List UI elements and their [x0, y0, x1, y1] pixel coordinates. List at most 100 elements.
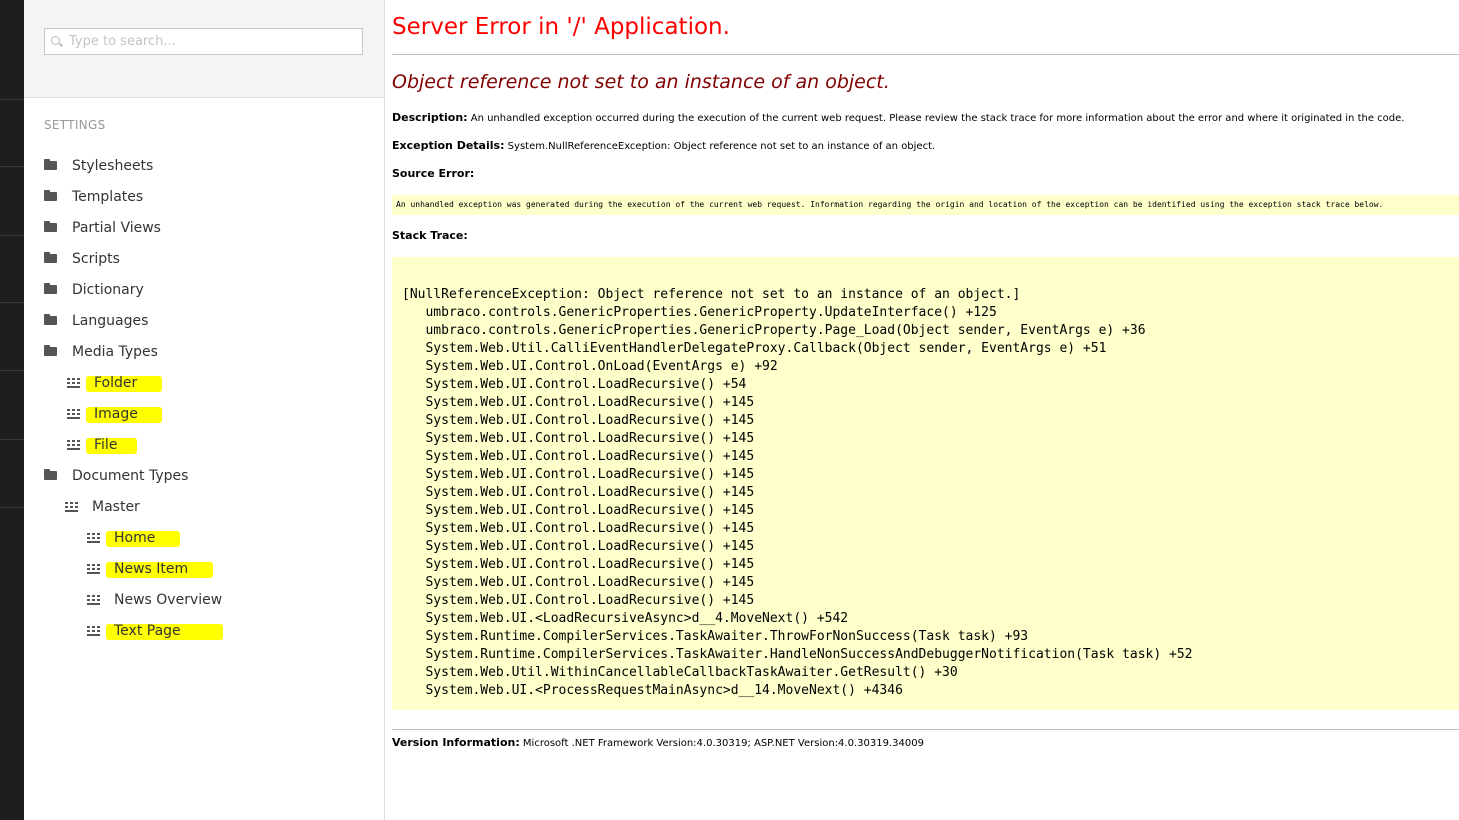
stack-trace-line: [NullReferenceException: Object referenc… [402, 287, 1021, 302]
tree-item-label: Master [92, 499, 140, 515]
folder-icon [44, 190, 57, 201]
grid-icon [67, 440, 80, 450]
folder-icon [44, 252, 57, 263]
stack-trace-line: System.Web.Util.CalliEventHandlerDelegat… [402, 341, 1107, 356]
tree-item-partial-views[interactable]: Partial Views [44, 217, 161, 239]
tree-item-label: Document Types [72, 468, 189, 484]
tree-item-label: Templates [72, 189, 144, 205]
stack-trace-line: System.Web.UI.Control.LoadRecursive() +1… [402, 539, 755, 554]
tree-item-document-types[interactable]: Document Types [44, 465, 188, 487]
stack-trace-line: System.Web.UI.<LoadRecursiveAsync>d__4.M… [402, 611, 849, 626]
section-heading: SETTINGS [44, 118, 106, 132]
tree-item-stylesheets[interactable]: Stylesheets [44, 155, 153, 177]
source-error-text: An unhandled exception was generated dur… [396, 200, 1384, 209]
search-area [24, 0, 384, 98]
version-text: Microsoft .NET Framework Version:4.0.303… [522, 738, 924, 749]
rail-divider [0, 99, 24, 100]
tree-item-image[interactable]: Image [67, 403, 162, 425]
tree-item-home[interactable]: Home [87, 527, 180, 549]
version-row: Version Information: Microsoft .NET Fram… [392, 736, 924, 749]
description-label: Description: [392, 111, 468, 124]
search-box[interactable] [44, 28, 363, 55]
divider [392, 54, 1459, 55]
grid-icon [87, 533, 100, 543]
rail-divider [0, 235, 24, 236]
stack-trace-line: System.Web.Util.WithinCancellableCallbac… [402, 665, 958, 680]
stack-trace-line: System.Web.UI.Control.LoadRecursive() +1… [402, 521, 755, 536]
folder-icon [44, 159, 57, 170]
stack-trace-label: Stack Trace: [392, 229, 468, 242]
rail-divider [0, 370, 24, 371]
stack-trace-line: System.Web.UI.Control.LoadRecursive() +1… [402, 575, 755, 590]
version-label: Version Information: [392, 736, 520, 749]
exception-label: Exception Details: [392, 139, 505, 152]
folder-icon [44, 221, 57, 232]
description-text: An unhandled exception occurred during t… [470, 113, 1405, 124]
stack-trace-line: System.Web.UI.Control.LoadRecursive() +1… [402, 503, 755, 518]
tree-item-label: Languages [72, 313, 149, 329]
tree-item-label: Scripts [72, 251, 120, 267]
description-row: Description: An unhandled exception occu… [392, 111, 1404, 124]
stack-trace-line: System.Web.UI.Control.LoadRecursive() +1… [402, 431, 755, 446]
tree-item-label: Text Page [114, 623, 181, 639]
tree-item-media-types[interactable]: Media Types [44, 341, 158, 363]
tree-item-text-page[interactable]: Text Page [87, 620, 223, 642]
stack-trace-lines: [NullReferenceException: Object referenc… [402, 286, 1193, 700]
tree-item-label: Folder [94, 375, 138, 391]
tree-item-label: Stylesheets [72, 158, 154, 174]
tree-item-label: Image [94, 406, 138, 422]
grid-icon [65, 502, 78, 512]
source-error-label: Source Error: [392, 167, 475, 180]
rail-divider [0, 166, 24, 167]
search-icon [51, 36, 60, 45]
tree-item-file[interactable]: File [67, 434, 137, 456]
tree-item-label: News Item [114, 561, 189, 577]
tree-item-label: Partial Views [72, 220, 161, 236]
tree-item-label: File [94, 437, 118, 453]
stack-trace-line: System.Web.UI.Control.OnLoad(EventArgs e… [402, 359, 778, 374]
error-title: Server Error in '/' Application. [392, 14, 730, 40]
search-input[interactable] [69, 29, 359, 54]
source-error-box: An unhandled exception was generated dur… [392, 195, 1459, 215]
stack-trace-line: umbraco.controls.GenericProperties.Gener… [402, 305, 997, 320]
stack-trace-line: System.Runtime.CompilerServices.TaskAwai… [402, 647, 1193, 662]
exception-text: System.NullReferenceException: Object re… [507, 141, 936, 152]
stack-trace-line: umbraco.controls.GenericProperties.Gener… [402, 323, 1146, 338]
stack-trace-line: System.Web.UI.Control.LoadRecursive() +5… [402, 377, 747, 392]
tree-item-label: News Overview [114, 592, 223, 608]
stack-trace-line: System.Web.UI.Control.LoadRecursive() +1… [402, 395, 755, 410]
tree-item-master[interactable]: Master [65, 496, 140, 518]
folder-icon [44, 314, 57, 325]
tree-item-label: Dictionary [72, 282, 144, 298]
folder-icon [44, 469, 57, 480]
stack-trace-line: System.Web.UI.Control.LoadRecursive() +1… [402, 557, 755, 572]
tree-item-dictionary[interactable]: Dictionary [44, 279, 144, 301]
stack-trace-line: System.Web.UI.Control.LoadRecursive() +1… [402, 449, 755, 464]
tree-item-label: Home [114, 530, 156, 546]
tree-item-languages[interactable]: Languages [44, 310, 148, 332]
exception-row: Exception Details: System.NullReferenceE… [392, 139, 935, 152]
stack-trace-line: System.Web.UI.Control.LoadRecursive() +1… [402, 413, 755, 428]
stack-trace-box: [NullReferenceException: Object referenc… [392, 257, 1459, 710]
grid-icon [67, 378, 80, 388]
stack-trace-heading: Stack Trace: [392, 229, 468, 242]
tree-item-news-overview[interactable]: News Overview [87, 589, 222, 611]
tree-item-templates[interactable]: Templates [44, 186, 143, 208]
rail-divider [0, 507, 24, 508]
tree-item-news-item[interactable]: News Item [87, 558, 213, 580]
stack-trace-line: System.Web.UI.Control.LoadRecursive() +1… [402, 593, 755, 608]
stack-trace-line: System.Web.UI.Control.LoadRecursive() +1… [402, 485, 755, 500]
tree-item-scripts[interactable]: Scripts [44, 248, 120, 270]
grid-icon [87, 564, 100, 574]
folder-icon [44, 345, 57, 356]
rail-divider [0, 439, 24, 440]
folder-icon [44, 283, 57, 294]
settings-tree-panel: SETTINGS Stylesheets Templates Partial V… [24, 0, 385, 820]
tree-item-folder[interactable]: Folder [67, 372, 162, 394]
tree-item-label: Media Types [72, 344, 158, 360]
stack-trace-line: System.Web.UI.Control.LoadRecursive() +1… [402, 467, 755, 482]
rail-divider [0, 302, 24, 303]
grid-icon [87, 626, 100, 636]
divider [392, 729, 1459, 730]
error-subtitle: Object reference not set to an instance … [392, 71, 890, 93]
